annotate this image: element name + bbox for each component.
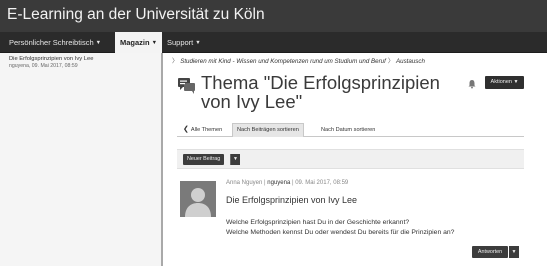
nav-item-personal-desk[interactable]: Persönlicher Schreibtisch ▼ (4, 32, 106, 53)
breadcrumb-chevron-icon: 〉 (172, 58, 179, 65)
post-meta: Anna Nguyen | nguyena | 09. Mai 2017, 08… (226, 180, 349, 186)
tab-label: Alle Themen (190, 127, 223, 133)
tab-bar: ❮ Alle Themen Nach Beiträgen sortieren Na… (177, 123, 524, 137)
sidebar-item-thread[interactable]: Die Erfolgsprinzipien von Ivy Lee nguyen… (9, 56, 159, 69)
post-author-name: Anna Nguyen (226, 180, 263, 186)
post-author-login[interactable]: nguyena (267, 180, 290, 186)
sidebar: Die Erfolgsprinzipien von Ivy Lee nguyen… (0, 53, 163, 266)
nav-item-magazin[interactable]: Magazin ▼ (115, 32, 163, 53)
site-title[interactable]: E-Learning an der Universität zu Köln (7, 6, 265, 24)
main-content: 〉 Studieren mit Kind - Wissen und Kompete… (165, 53, 547, 266)
chevron-down-icon: ▼ (95, 40, 102, 46)
forum-thread-icon (178, 78, 195, 94)
chevron-down-icon: ▼ (195, 40, 201, 46)
bell-icon[interactable] (467, 79, 477, 89)
nav-item-support[interactable]: Support ▼ (162, 32, 206, 53)
tab-sort-by-posts[interactable]: Nach Beiträgen sortieren (232, 123, 304, 137)
chevron-down-icon: ▼ (151, 40, 158, 46)
page-title: Thema "Die Erfolgsprinzipien von Ivy Lee… (201, 72, 440, 112)
tab-label: Nach Beiträgen sortieren (237, 127, 299, 133)
nav-item-label: Magazin (120, 38, 150, 47)
reply-button[interactable]: Antworten (472, 246, 508, 258)
breadcrumb: 〉 Studieren mit Kind - Wissen und Kompete… (170, 56, 425, 65)
chevron-down-icon[interactable]: ▼ (230, 154, 240, 165)
post-body: Welche Erfolgsprinzipien hast Du in der … (226, 218, 454, 238)
header-bar: E-Learning an der Universität zu Köln (0, 0, 547, 32)
post-body-line: Welche Methoden kennst Du oder wendest D… (226, 229, 455, 236)
actions-label: Aktionen (490, 79, 512, 85)
nav-item-label: Persönlicher Schreibtisch (9, 38, 94, 47)
actions-button[interactable]: Aktionen ▼ (485, 76, 524, 89)
new-post-button[interactable]: Neuer Beitrag (183, 154, 225, 165)
chevron-left-icon: ❮ (183, 126, 189, 133)
post-body-line: Welche Erfolgsprinzipien hast Du in der … (226, 219, 410, 226)
nav-item-label: Support (167, 38, 194, 47)
tab-all-topics[interactable]: ❮ Alle Themen (179, 123, 226, 137)
breadcrumb-chevron-icon: 〉 (387, 58, 394, 65)
tab-sort-by-date[interactable]: Nach Datum sortieren (317, 123, 379, 137)
post-date: 09. Mai 2017, 08:59 (295, 180, 349, 186)
post-toolbar: Neuer Beitrag ▼ (177, 149, 524, 169)
breadcrumb-item-course[interactable]: Studieren mit Kind - Wissen und Kompeten… (180, 58, 386, 65)
post-subject: Die Erfolgsprinzipien von Ivy Lee (226, 195, 358, 205)
user-silhouette-icon (180, 181, 216, 217)
main-nav: Persönlicher Schreibtisch ▼ Magazin ▼ Supp… (0, 32, 547, 53)
breadcrumb-item-forum[interactable]: Austausch (396, 58, 425, 65)
avatar (180, 181, 216, 217)
tab-label: Nach Datum sortieren (321, 127, 376, 133)
chevron-down-icon[interactable]: ▼ (509, 246, 519, 258)
chevron-down-icon: ▼ (513, 79, 519, 85)
sidebar-item-meta: nguyena, 09. Mai 2017, 08:59 (9, 62, 78, 69)
